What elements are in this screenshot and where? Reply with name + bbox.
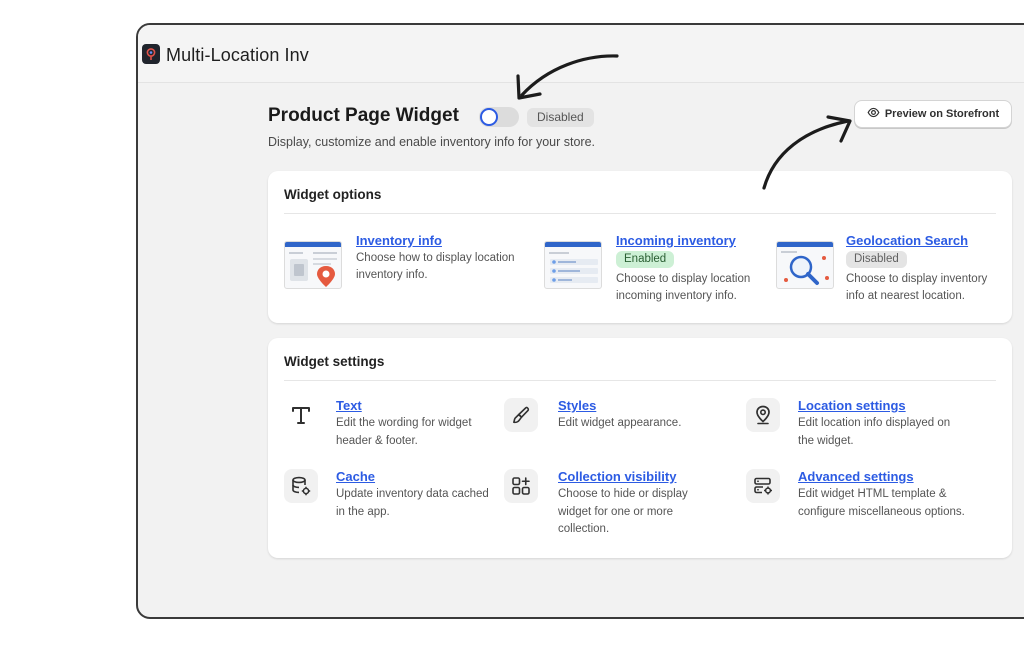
apps-add-icon — [504, 469, 538, 503]
app-titlebar: Multi-Location Inv — [138, 25, 1024, 83]
app-window: Multi-Location Inv Product Page Widget D… — [136, 23, 1024, 619]
status-badge: Disabled — [527, 108, 594, 127]
server-gear-icon — [746, 469, 780, 503]
page-subtitle: Display, customize and enable inventory … — [268, 135, 596, 149]
widget-enable-toggle[interactable] — [479, 107, 519, 127]
disabled-badge: Disabled — [846, 251, 907, 268]
location-settings-description: Edit location info displayed on the widg… — [798, 417, 951, 447]
option-incoming-inventory[interactable]: Incoming inventory Enabled Choose to dis… — [544, 233, 774, 313]
app-title: Multi-Location Inv — [166, 45, 309, 65]
setting-text[interactable]: Text Edit the wording for widget header … — [284, 398, 494, 454]
widget-options-card: Widget options Inventory info Choose how… — [268, 171, 1012, 323]
preview-on-storefront-button[interactable]: Preview on Storefront — [854, 100, 1012, 128]
text-icon — [284, 398, 318, 432]
option-geolocation-search[interactable]: Geolocation Search Disabled Choose to di… — [776, 233, 1008, 313]
widget-settings-card: Widget settings Text Edit the wording fo… — [268, 338, 1012, 558]
screenshot-stage: Multi-Location Inv Product Page Widget D… — [0, 0, 1024, 653]
text-settings-link[interactable]: Text — [336, 398, 362, 413]
location-pin-icon — [746, 398, 780, 432]
card-divider — [284, 213, 996, 214]
setting-collection-visibility[interactable]: Collection visibility Choose to hide or … — [504, 469, 734, 541]
text-settings-description: Edit the wording for widget header & foo… — [336, 417, 472, 447]
advanced-settings-description: Edit widget HTML template & configure mi… — [798, 488, 965, 518]
collection-visibility-description: Choose to hide or display widget for one… — [558, 488, 688, 535]
preview-button-label: Preview on Storefront — [884, 108, 1000, 120]
toggle-knob — [480, 108, 498, 126]
widget-options-heading: Widget options — [284, 187, 382, 202]
incoming-inventory-description: Choose to display location incoming inve… — [616, 273, 751, 302]
advanced-settings-link[interactable]: Advanced settings — [798, 469, 914, 484]
setting-styles[interactable]: Styles Edit widget appearance. — [504, 398, 724, 454]
incoming-inventory-link[interactable]: Incoming inventory — [616, 233, 736, 248]
app-logo-icon — [142, 44, 160, 64]
setting-cache[interactable]: Cache Update inventory data cached in th… — [284, 469, 494, 525]
enabled-badge: Enabled — [616, 251, 675, 268]
card-divider — [284, 380, 996, 381]
inventory-info-link[interactable]: Inventory info — [356, 233, 442, 248]
database-gear-icon — [284, 469, 318, 503]
inventory-info-illustration-icon — [284, 241, 342, 289]
widget-settings-heading: Widget settings — [284, 354, 385, 369]
eye-icon — [867, 106, 880, 122]
setting-advanced[interactable]: Advanced settings Edit widget HTML templ… — [746, 469, 986, 541]
cache-settings-link[interactable]: Cache — [336, 469, 375, 484]
incoming-inventory-illustration-icon — [544, 241, 602, 289]
collection-visibility-link[interactable]: Collection visibility — [558, 469, 676, 484]
brush-icon — [504, 398, 538, 432]
geolocation-search-description: Choose to display inventory info at near… — [846, 273, 988, 302]
styles-settings-link[interactable]: Styles — [558, 398, 596, 413]
option-inventory-info[interactable]: Inventory info Choose how to display loc… — [284, 233, 534, 313]
location-settings-link[interactable]: Location settings — [798, 398, 906, 413]
styles-settings-description: Edit widget appearance. — [558, 417, 682, 429]
inventory-info-description: Choose how to display location inventory… — [356, 252, 515, 281]
cache-settings-description: Update inventory data cached in the app. — [336, 488, 489, 518]
page-title: Product Page Widget — [268, 105, 459, 126]
setting-location[interactable]: Location settings Edit location info dis… — [746, 398, 986, 454]
geolocation-search-link[interactable]: Geolocation Search — [846, 233, 968, 248]
geolocation-search-illustration-icon — [776, 241, 834, 289]
